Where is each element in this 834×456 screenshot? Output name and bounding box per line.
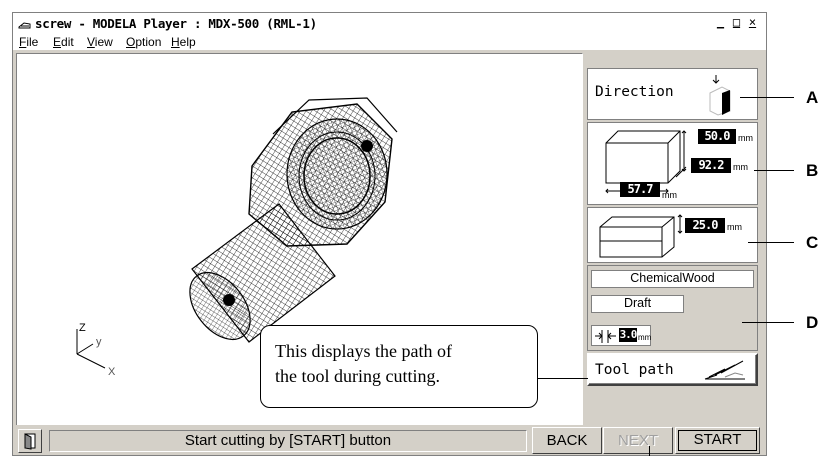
callout-a-line <box>740 97 794 98</box>
tooltip-line-1: This displays the path of <box>275 341 452 361</box>
menu-view[interactable]: View <box>87 35 113 49</box>
door-icon <box>24 433 36 450</box>
maximize-button[interactable]: □ <box>729 16 744 30</box>
depth-unit: mm <box>733 162 748 172</box>
settings-panel: Direction 50.0 mm 92.2 mm 57.7 mm 25.0 m… <box>587 56 761 426</box>
direction-box[interactable]: Direction <box>587 68 758 120</box>
toolpath-icon <box>704 360 745 380</box>
width-unit: mm <box>662 190 677 200</box>
app-icon <box>18 22 31 29</box>
axis-y-label: y <box>96 336 102 348</box>
axis-z-label: Z <box>79 322 86 334</box>
close-button[interactable]: × <box>745 16 760 30</box>
quality-field[interactable]: Draft <box>591 295 684 313</box>
menu-bar: File Edit View Option Help <box>13 34 766 50</box>
axis-x-label: X <box>108 366 116 378</box>
status-message: Start cutting by [START] button <box>184 432 392 449</box>
callout-b-line <box>754 170 794 171</box>
menu-file[interactable]: File <box>19 35 38 49</box>
status-bar: Start cutting by [START] button BACK NEX… <box>13 425 766 455</box>
depth-value[interactable]: 92.2 <box>691 158 731 173</box>
window-title: screw - MODELA Player : MDX-500 (RML-1) <box>35 16 317 31</box>
status-message-field: Start cutting by [START] button <box>49 430 527 452</box>
next-button[interactable]: NEXT <box>603 427 673 454</box>
stock-thickness-value[interactable]: 25.0 <box>685 218 725 233</box>
menu-help[interactable]: Help <box>171 35 196 49</box>
menu-edit[interactable]: Edit <box>53 35 74 49</box>
callout-c: C <box>806 233 819 252</box>
material-box: ChemicalWood Draft 3.0 mm <box>587 265 758 351</box>
stock-unit: mm <box>727 222 742 232</box>
tool-diameter-unit: mm <box>638 333 652 342</box>
width-value[interactable]: 57.7 <box>620 182 660 197</box>
next-leader-line <box>649 446 650 456</box>
callout-d-line <box>742 322 794 323</box>
tool-diameter-icon <box>595 330 616 343</box>
tool-diameter-value[interactable]: 3.0 <box>619 328 637 342</box>
callout-d: D <box>806 313 819 332</box>
back-button[interactable]: BACK <box>532 427 602 454</box>
callout-b: B <box>806 161 819 180</box>
toolpath-tooltip: This displays the path of the tool durin… <box>260 325 538 408</box>
callout-c-line <box>748 242 794 243</box>
stock-block-icon <box>599 214 683 258</box>
tooltip-line-2: the tool during cutting. <box>275 366 440 386</box>
direction-label: Direction <box>595 84 674 100</box>
direction-cube-icon <box>709 75 731 116</box>
stock-box[interactable]: 25.0 mm <box>587 207 758 263</box>
menu-option[interactable]: Option <box>126 35 161 49</box>
exit-door-button[interactable] <box>18 429 42 453</box>
tool-diameter-field[interactable]: 3.0 mm <box>591 325 651 346</box>
axis-triad <box>76 329 106 369</box>
material-field[interactable]: ChemicalWood <box>591 270 754 288</box>
minimize-button[interactable]: _ <box>713 16 728 30</box>
title-bar[interactable]: screw - MODELA Player : MDX-500 (RML-1) … <box>13 13 766 34</box>
toolpath-label: Tool path <box>595 362 674 378</box>
size-box[interactable]: 50.0 mm 92.2 mm 57.7 mm <box>587 122 758 205</box>
start-button[interactable]: START <box>675 427 760 454</box>
tooltip-leader-line <box>538 378 588 379</box>
height-value[interactable]: 50.0 <box>698 129 736 144</box>
callout-a: A <box>806 88 819 107</box>
height-unit: mm <box>738 133 753 143</box>
toolpath-button[interactable]: Tool path <box>587 353 758 386</box>
